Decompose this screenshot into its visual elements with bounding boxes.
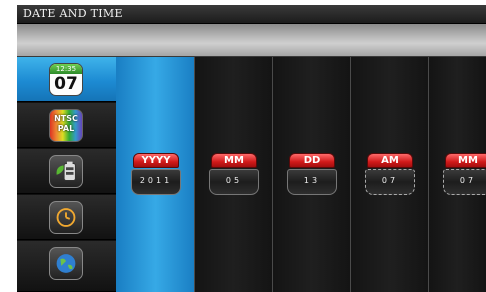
calendar-icon-day: 07 [54,74,78,94]
ntsc-pal-icon: NTSC PAL [49,109,83,142]
hour-field[interactable]: AM 07 [365,153,415,195]
title-bar: DATE AND TIME [17,5,486,24]
sidebar: 12:35 07 NTSC PAL [17,57,116,292]
window-title: DATE AND TIME [23,7,123,20]
sidebar-item-battery[interactable] [17,149,116,194]
day-field[interactable]: DD 13 [287,153,337,195]
minute-label: MM [445,153,486,168]
day-column[interactable]: DD 13 [272,57,350,292]
month-field[interactable]: MM 05 [209,153,259,195]
month-column[interactable]: MM 05 [194,57,272,292]
minute-value[interactable]: 07 [443,169,486,195]
battery-icon [49,155,83,188]
day-value[interactable]: 13 [287,169,337,195]
sidebar-item-date-time[interactable]: 12:35 07 [17,57,116,102]
hour-value[interactable]: 07 [365,169,415,195]
clock-icon [49,201,83,234]
minute-column[interactable]: MM 07 [428,57,486,292]
header-bar [17,24,486,57]
sidebar-item-timer[interactable] [17,195,116,240]
am-pm-label: AM [367,153,413,168]
day-label: DD [289,153,335,168]
ntsc-label: NTSC [54,114,78,123]
pal-label: PAL [57,124,75,133]
settings-screen: DATE AND TIME 12:35 07 NTSC PAL YYYY 201… [17,5,486,292]
year-field[interactable]: YYYY 2011 [131,153,181,195]
month-value[interactable]: 05 [209,169,259,195]
year-label: YYYY [133,153,179,168]
year-column[interactable]: YYYY 2011 [116,57,194,292]
calendar-icon: 12:35 07 [49,63,83,96]
hour-column[interactable]: AM 07 [350,57,428,292]
date-time-editor: YYYY 2011 MM 05 DD 13 AM 07 MM 07 [116,57,486,292]
year-value[interactable]: 2011 [131,169,181,195]
sidebar-item-globe[interactable] [17,241,116,292]
minute-field[interactable]: MM 07 [443,153,486,195]
calendar-icon-time: 12:35 [50,64,82,74]
month-label: MM [211,153,257,168]
globe-icon [49,247,83,280]
sidebar-item-video-format[interactable]: NTSC PAL [17,103,116,148]
